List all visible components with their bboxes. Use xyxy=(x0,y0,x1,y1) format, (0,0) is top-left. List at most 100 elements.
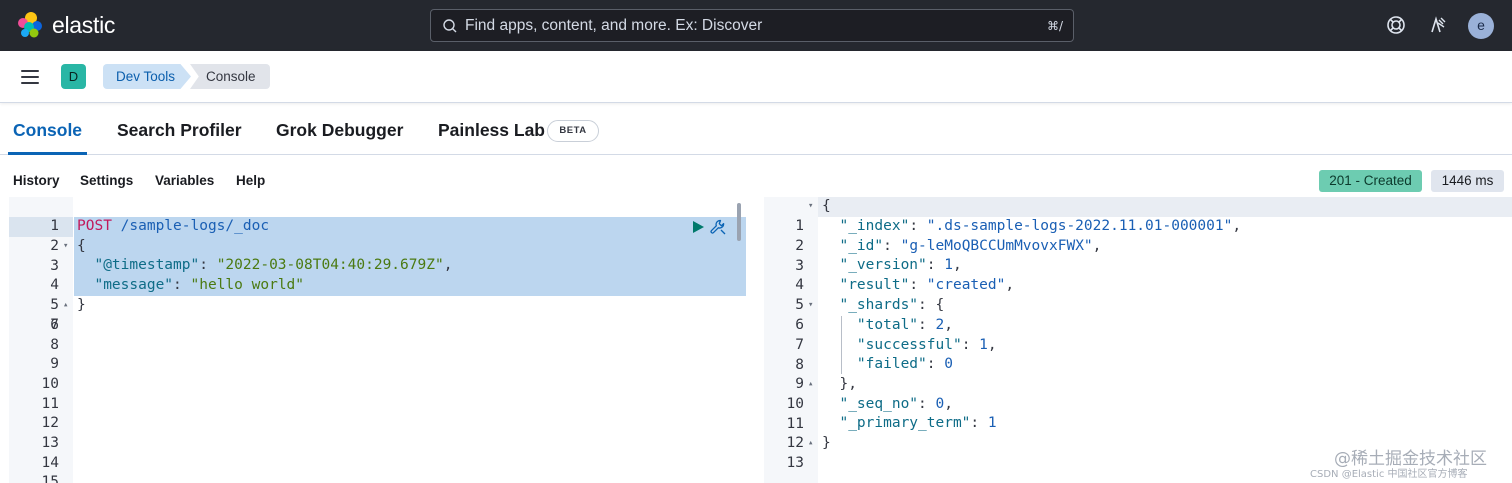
close-brace: } xyxy=(77,297,86,313)
line-number: 13 xyxy=(41,435,59,451)
response-line: 12 "_primary_term": 1 xyxy=(764,414,1512,451)
search-icon xyxy=(443,19,457,33)
line-number: 9 xyxy=(50,356,59,372)
menu-toggle-icon[interactable] xyxy=(21,70,39,84)
brand-name: elastic xyxy=(52,11,116,38)
beta-badge: BETA xyxy=(547,120,599,142)
open-brace: { xyxy=(822,198,831,214)
response-output: 1 ▾ { 2 "_index": ".ds-sample-logs-2022.… xyxy=(764,197,1512,483)
tab-painless-lab[interactable]: Painless Lab xyxy=(438,120,545,141)
help-button[interactable]: Help xyxy=(236,173,265,188)
request-line: 10 xyxy=(9,375,746,395)
fold-toggle-icon[interactable]: ▾ xyxy=(63,237,71,257)
response-line: 5 "result": "created", xyxy=(764,276,1512,313)
line-number: 7 xyxy=(50,317,59,333)
watermark-csdn: CSDN @Elastic 中国社区官方博客 xyxy=(1310,469,1468,480)
response-line: 3 "_id": "g-leMoQBCCUmMvovxFWX", xyxy=(764,237,1512,274)
json-value: "hello world" xyxy=(190,277,305,293)
request-line: 9 xyxy=(9,355,746,375)
editor-scrollbar[interactable] xyxy=(737,203,741,241)
request-line: 2 POST /sample-logs/_doc xyxy=(9,217,746,254)
request-path: /sample-logs/_doc xyxy=(120,218,270,234)
json-value: 1 xyxy=(979,337,988,353)
message-line: "message": "hello world" xyxy=(94,277,305,293)
response-line: 6 ▾ "_shards": { xyxy=(764,296,1512,333)
request-method-line: POST /sample-logs/_doc xyxy=(77,217,269,237)
response-line: 9 "failed": 0 xyxy=(764,355,1512,392)
request-line: 3 ▾ { xyxy=(9,237,746,274)
json-value: 0 xyxy=(944,356,953,372)
json-key: "_index" xyxy=(839,218,910,234)
search-placeholder: Find apps, content, and more. Ex: Discov… xyxy=(465,17,763,34)
json-value: 2 xyxy=(935,317,945,333)
request-editor[interactable]: 1 2 POST /sample-logs/_doc 3 ▾ { 4 "@tim… xyxy=(9,197,746,483)
tab-grok-debugger[interactable]: Grok Debugger xyxy=(276,120,403,141)
settings-button[interactable]: Settings xyxy=(80,173,133,188)
json-key: "@timestamp" xyxy=(94,257,200,273)
breadcrumb-dev-tools[interactable]: Dev Tools xyxy=(103,64,191,89)
response-line: 11 "_seq_no": 0, xyxy=(764,395,1512,432)
fold-toggle-icon[interactable]: ▾ xyxy=(808,296,813,316)
line-number: 13 xyxy=(786,454,804,471)
json-key: "total" xyxy=(856,317,919,333)
json-key: "_version" xyxy=(839,257,927,273)
request-line: 7 xyxy=(9,316,746,336)
global-search[interactable]: Find apps, content, and more. Ex: Discov… xyxy=(430,9,1074,42)
tab-console[interactable]: Console xyxy=(13,120,82,141)
line-number: 11 xyxy=(41,396,59,412)
request-line: 6 ▴ } xyxy=(9,296,746,333)
breadcrumb-bar: D Dev Tools Console xyxy=(0,51,1512,103)
fold-toggle-icon[interactable]: ▴ xyxy=(808,375,813,395)
history-button[interactable]: History xyxy=(13,173,60,188)
http-method: POST xyxy=(77,218,112,234)
request-line: 1 xyxy=(9,197,746,234)
json-value: "2022-03-08T04:40:29.679Z" xyxy=(216,257,444,273)
json-value: ".ds-sample-logs-2022.11.01-000001" xyxy=(926,218,1233,234)
json-key: "result" xyxy=(839,277,910,293)
request-line: 11 xyxy=(9,395,746,415)
response-line: 8 "successful": 1, xyxy=(764,336,1512,373)
response-line: 1 ▾ { xyxy=(764,197,1512,234)
response-line: 10 ▴ }, xyxy=(764,375,1512,412)
json-value: "created" xyxy=(926,277,1006,293)
json-key: "_shards" xyxy=(839,297,919,313)
help-icon[interactable] xyxy=(1386,15,1406,35)
breadcrumb-console: Console xyxy=(190,64,270,89)
elastic-logo[interactable]: elastic xyxy=(16,11,115,39)
request-line: 12 xyxy=(9,414,746,434)
line-number: 12 xyxy=(41,415,59,431)
json-key: "successful" xyxy=(856,337,962,353)
response-status-badge: 201 - Created xyxy=(1319,170,1422,192)
request-line: 8 xyxy=(9,336,746,356)
request-line: 4 "@timestamp": "2022-03-08T04:40:29.679… xyxy=(9,256,746,293)
fold-toggle-icon[interactable]: ▴ xyxy=(63,296,71,316)
fold-toggle-icon[interactable]: ▾ xyxy=(808,197,813,217)
response-line: 4 "_version": 1, xyxy=(764,256,1512,293)
json-value: 1 xyxy=(944,257,953,273)
run-request-icon[interactable] xyxy=(691,220,705,234)
open-brace: { xyxy=(77,238,86,254)
tab-search-profiler[interactable]: Search Profiler xyxy=(117,120,242,141)
line-number: 15 xyxy=(41,474,59,483)
newsfeed-icon[interactable] xyxy=(1428,15,1448,35)
request-line: 14 xyxy=(9,454,746,474)
fold-toggle-icon[interactable]: ▴ xyxy=(808,434,813,454)
search-shortcut: ⌘/ xyxy=(1046,19,1063,33)
json-key: "message" xyxy=(94,277,174,293)
response-line: 2 "_index": ".ds-sample-logs-2022.11.01-… xyxy=(764,217,1512,254)
json-value: 0 xyxy=(935,396,945,412)
space-avatar[interactable]: D xyxy=(61,64,86,89)
line-number: 8 xyxy=(50,337,59,353)
request-line: 13 xyxy=(9,434,746,454)
wrench-icon[interactable] xyxy=(709,218,727,236)
top-header: elastic Find apps, content, and more. Ex… xyxy=(0,0,1512,51)
json-value: 1 xyxy=(987,415,997,431)
dev-tools-tabs: Console Search Profiler Grok Debugger Pa… xyxy=(0,103,1512,155)
console-toolbar: History Settings Variables Help xyxy=(0,155,1512,197)
request-line: 5 "message": "hello world" xyxy=(9,276,746,313)
line-number: 14 xyxy=(41,455,59,471)
user-avatar[interactable]: e xyxy=(1468,13,1494,39)
variables-button[interactable]: Variables xyxy=(155,173,214,188)
response-line: 7 "total": 2, xyxy=(764,316,1512,353)
timestamp-line: "@timestamp": "2022-03-08T04:40:29.679Z"… xyxy=(94,257,453,273)
